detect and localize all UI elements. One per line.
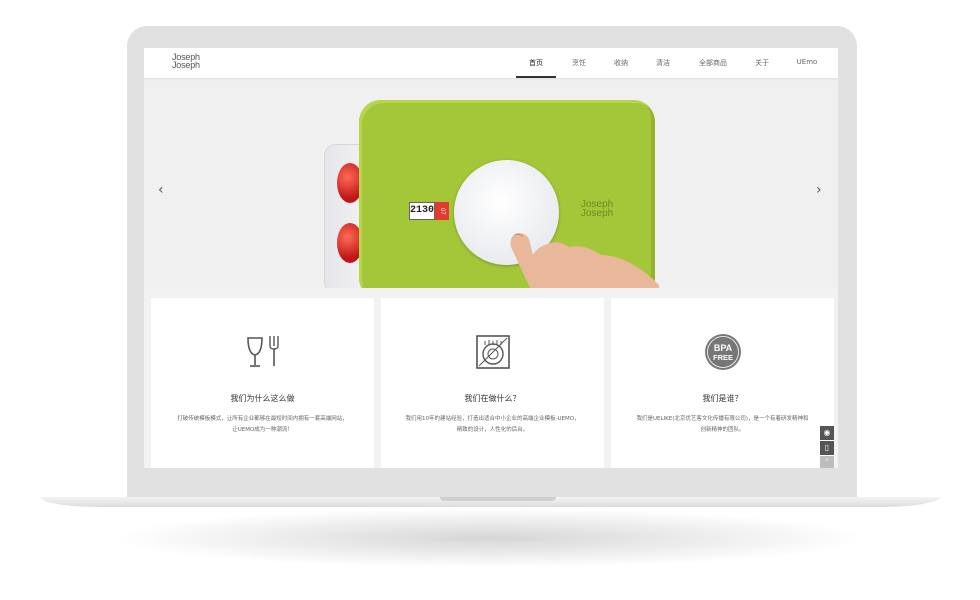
hero-banner: ‹ › 2130 07 Joseph Joseph	[144, 78, 838, 288]
info-card-why: 我们为什么这么做 打破传统模板模式，让所有企业都够在最短时间内拥有一套高端网站，…	[151, 298, 374, 468]
info-card-who: BPA FREE 我们是谁？ 我们是UELIKE(北京优艺客文化传播有限公司)，…	[611, 298, 834, 468]
scale-logo-line-2: Joseph	[581, 208, 614, 219]
nav-item-all-products[interactable]: 全部商品	[699, 58, 727, 68]
nav-item-cooking[interactable]: 烹饪	[572, 58, 586, 68]
free-icon-text: FREE	[712, 353, 732, 362]
nav-item-home[interactable]: 首页	[529, 58, 543, 68]
kitchen-scale-image: 2130 07 Joseph Joseph	[359, 100, 659, 288]
card-body: 打破传统模板模式，让所有企业都够在最短时间内拥有一套高端网站，让UEMO成为一种…	[177, 416, 348, 433]
bpa-icon-text: BPA	[713, 343, 732, 353]
back-to-top-icon[interactable]: ˄	[820, 456, 834, 468]
nav-item-cleaning[interactable]: 清洁	[656, 58, 670, 68]
weibo-icon[interactable]: ◉	[820, 426, 834, 440]
bpa-free-icon: BPA FREE	[704, 334, 741, 370]
card-title: 我们是谁？	[702, 394, 743, 403]
mockup-stage: Joseph Joseph 首页 烹饪 收纳 清洁 全部商品 关于 UEmo ‹…	[0, 0, 980, 600]
nav-item-uemo[interactable]: UEmo	[797, 58, 818, 66]
site-header: Joseph Joseph 首页 烹饪 收纳 清洁 全部商品 关于 UEmo	[144, 48, 838, 78]
nav-active-indicator	[516, 76, 556, 78]
laptop-notch	[440, 497, 556, 501]
dishwasher-safe-icon	[475, 335, 510, 369]
info-card-what: 我们在做什么？ 我们用10年的建站经验，打造出适合中小企业的高端企业模板-UEM…	[381, 298, 604, 468]
slider-next-icon[interactable]: ›	[816, 182, 822, 198]
hand-image	[510, 233, 659, 288]
card-title: 我们为什么这么做	[230, 394, 295, 403]
counter-digits: 2130	[409, 202, 435, 220]
counter-flag: 07	[435, 202, 449, 220]
laptop-screen: Joseph Joseph 首页 烹饪 收纳 清洁 全部商品 关于 UEmo ‹…	[144, 48, 838, 468]
card-body: 我们用10年的建站经验，打造出适合中小企业的高端企业模板-UEMO，精致的设计，…	[405, 416, 580, 433]
scale-counter: 2130 07	[409, 202, 449, 220]
side-toolbar: ◉ ▯ ˄	[820, 426, 834, 468]
card-title: 我们在做什么？	[464, 394, 521, 403]
slider-prev-icon[interactable]: ‹	[158, 182, 164, 198]
laptop-shadow	[110, 508, 870, 568]
scale-logo: Joseph Joseph	[581, 200, 614, 219]
main-nav: 首页 烹饪 收纳 清洁 全部商品 关于 UEmo	[144, 48, 838, 78]
food-safe-icon	[246, 336, 279, 367]
nav-item-about[interactable]: 关于	[755, 58, 769, 68]
card-body: 我们是UELIKE(北京优艺客文化传播有限公司)，是一个有着研发精神和创新精神的…	[636, 416, 809, 433]
nav-item-storage[interactable]: 收纳	[614, 58, 628, 68]
mobile-icon[interactable]: ▯	[820, 441, 834, 455]
